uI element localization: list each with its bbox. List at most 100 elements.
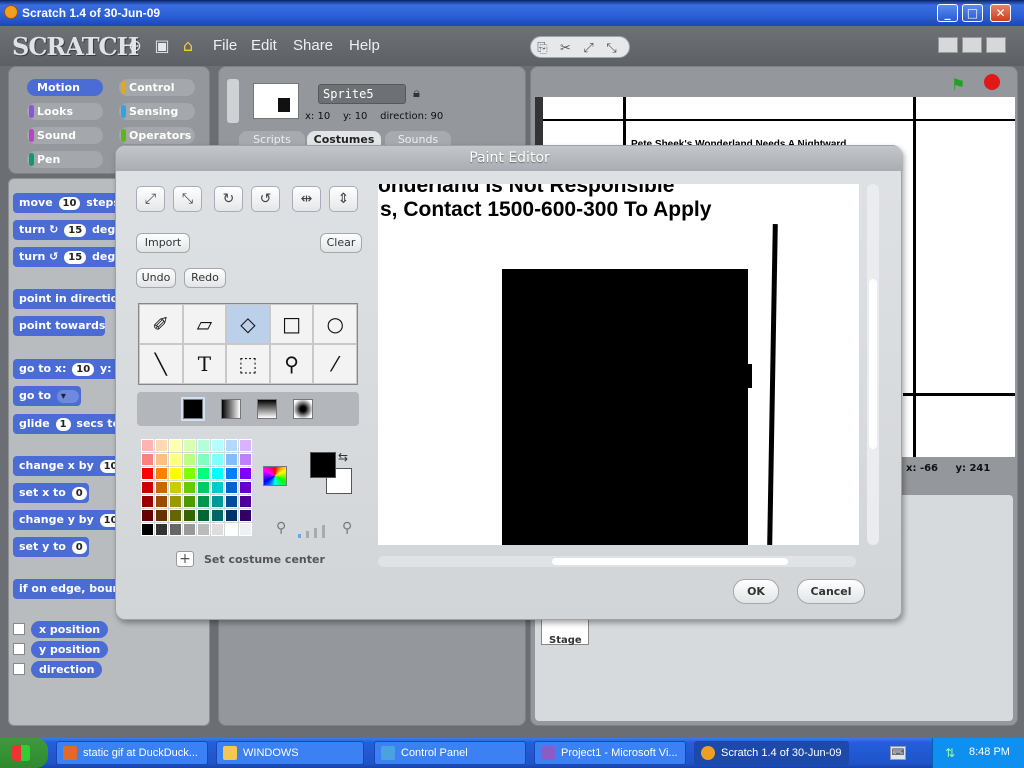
color-swatch[interactable] (225, 495, 238, 508)
sprite-name-field[interactable]: Sprite5 (318, 84, 406, 104)
color-swatch[interactable] (155, 439, 168, 452)
ellipse-icon[interactable]: ○ (313, 304, 357, 344)
color-swatch[interactable] (169, 453, 182, 466)
color-swatch[interactable] (169, 523, 182, 536)
paint-canvas[interactable]: onderland Is Not Responsible s, Contact … (378, 184, 859, 545)
color-swatch[interactable] (183, 495, 196, 508)
color-swatch[interactable] (239, 439, 252, 452)
stop-icon[interactable] (984, 74, 1000, 90)
zoom-out-icon[interactable]: ⚲ (276, 520, 286, 536)
color-swatch[interactable] (225, 467, 238, 480)
color-swatch[interactable] (239, 495, 252, 508)
text-icon[interactable]: T (182, 344, 227, 384)
grow-icon[interactable]: ⤢ (136, 186, 165, 212)
color-swatch[interactable] (239, 453, 252, 466)
color-swatch[interactable] (239, 481, 252, 494)
reporter-direction[interactable]: direction (31, 661, 103, 678)
share-icon[interactable]: ⌂ (179, 37, 197, 55)
color-swatch[interactable] (225, 523, 238, 536)
color-swatch[interactable] (183, 439, 196, 452)
category-sound[interactable]: Sound (27, 127, 103, 144)
color-swatch[interactable] (155, 453, 168, 466)
category-sensing[interactable]: Sensing (119, 103, 195, 120)
color-swatch[interactable] (211, 509, 224, 522)
scrollbar-thumb[interactable] (869, 279, 877, 449)
task-control-panel[interactable]: Control Panel (374, 741, 526, 765)
block-input[interactable]: 15 (64, 224, 87, 237)
reporter-checkbox[interactable] (13, 623, 25, 635)
category-pen[interactable]: Pen (27, 151, 103, 168)
network-icon[interactable]: ⇅ (945, 746, 959, 760)
block-change-x[interactable]: change x by 10 (13, 456, 124, 476)
color-swatch[interactable] (155, 523, 168, 536)
maximize-button[interactable]: □ (962, 4, 983, 22)
category-control[interactable]: Control (119, 79, 195, 96)
block-dropdown[interactable]: ▾ (56, 390, 79, 403)
block-go-to[interactable]: go to ▾ (13, 386, 81, 406)
grow-icon[interactable]: ⤢ (577, 39, 600, 59)
color-swatch[interactable] (211, 453, 224, 466)
globe-icon[interactable]: ⊕ (126, 37, 144, 55)
color-swatch[interactable] (197, 453, 210, 466)
menu-edit[interactable]: Edit (251, 37, 277, 54)
color-swatch[interactable] (197, 523, 210, 536)
color-swatch[interactable] (197, 467, 210, 480)
color-swatch[interactable] (211, 523, 224, 536)
menu-help[interactable]: Help (349, 37, 380, 54)
color-picker-icon[interactable] (263, 466, 287, 486)
color-swatch[interactable] (155, 509, 168, 522)
block-bounce[interactable]: if on edge, bounc (13, 579, 127, 599)
task-windows-folder[interactable]: WINDOWS (216, 741, 364, 765)
color-swatch[interactable] (183, 509, 196, 522)
task-project1[interactable]: Project1 - Microsoft Vi... (534, 741, 686, 765)
rotate-right-icon[interactable]: ↻ (214, 186, 243, 212)
flip-horizontal-icon[interactable]: ⇹ (292, 186, 321, 212)
rectangle-icon[interactable]: □ (269, 304, 314, 344)
clear-button[interactable]: Clear (320, 233, 362, 253)
color-swatch[interactable] (211, 481, 224, 494)
redo-button[interactable]: Redo (184, 268, 226, 288)
eyedropper-icon[interactable]: ⁄ (313, 344, 357, 384)
color-swatch[interactable] (169, 481, 182, 494)
reporter-y-position[interactable]: y position (31, 641, 109, 658)
block-point-towards[interactable]: point towards (13, 316, 106, 336)
swap-colors-icon[interactable]: ⇆ (338, 450, 348, 464)
reporter-checkbox[interactable] (13, 643, 25, 655)
block-input[interactable]: 15 (64, 251, 87, 264)
start-button[interactable] (0, 738, 48, 768)
category-looks[interactable]: Looks (27, 103, 103, 120)
color-swatch[interactable] (141, 523, 154, 536)
color-swatch[interactable] (197, 439, 210, 452)
foreground-color-swatch[interactable] (310, 452, 336, 478)
block-set-x[interactable]: set x to 0 (13, 483, 89, 503)
color-swatch[interactable] (141, 439, 154, 452)
block-input[interactable]: 0 (71, 541, 87, 554)
color-swatch[interactable] (155, 481, 168, 494)
radial-gradient-icon[interactable] (293, 399, 313, 419)
block-input[interactable]: 0 (71, 487, 87, 500)
horizontal-gradient-icon[interactable] (221, 399, 241, 419)
shrink-icon[interactable]: ⤡ (173, 186, 202, 212)
cancel-button[interactable]: Cancel (797, 579, 865, 604)
color-swatch[interactable] (141, 509, 154, 522)
color-swatch[interactable] (211, 439, 224, 452)
reporter-checkbox[interactable] (13, 663, 25, 675)
small-stage-icon[interactable] (938, 37, 958, 53)
block-input[interactable]: 1 (55, 418, 71, 431)
solid-fill-icon[interactable] (183, 399, 203, 419)
green-flag-icon[interactable]: ⚑ (951, 75, 965, 94)
fill-bucket-icon[interactable]: ◇ (226, 304, 270, 344)
color-swatch[interactable] (239, 509, 252, 522)
save-icon[interactable]: ▣ (153, 37, 171, 55)
import-button[interactable]: Import (136, 233, 190, 253)
shrink-icon[interactable]: ⤡ (600, 39, 623, 59)
color-swatch[interactable] (141, 453, 154, 466)
block-glide[interactable]: glide 1 secs to (13, 414, 121, 434)
block-input[interactable]: 10 (72, 363, 95, 376)
color-swatch[interactable] (183, 467, 196, 480)
color-swatch[interactable] (155, 467, 168, 480)
color-swatch[interactable] (169, 509, 182, 522)
task-scratch[interactable]: Scratch 1.4 of 30-Jun-09 (694, 741, 849, 765)
block-move[interactable]: move 10 steps (13, 193, 120, 213)
ok-button[interactable]: OK (733, 579, 779, 604)
